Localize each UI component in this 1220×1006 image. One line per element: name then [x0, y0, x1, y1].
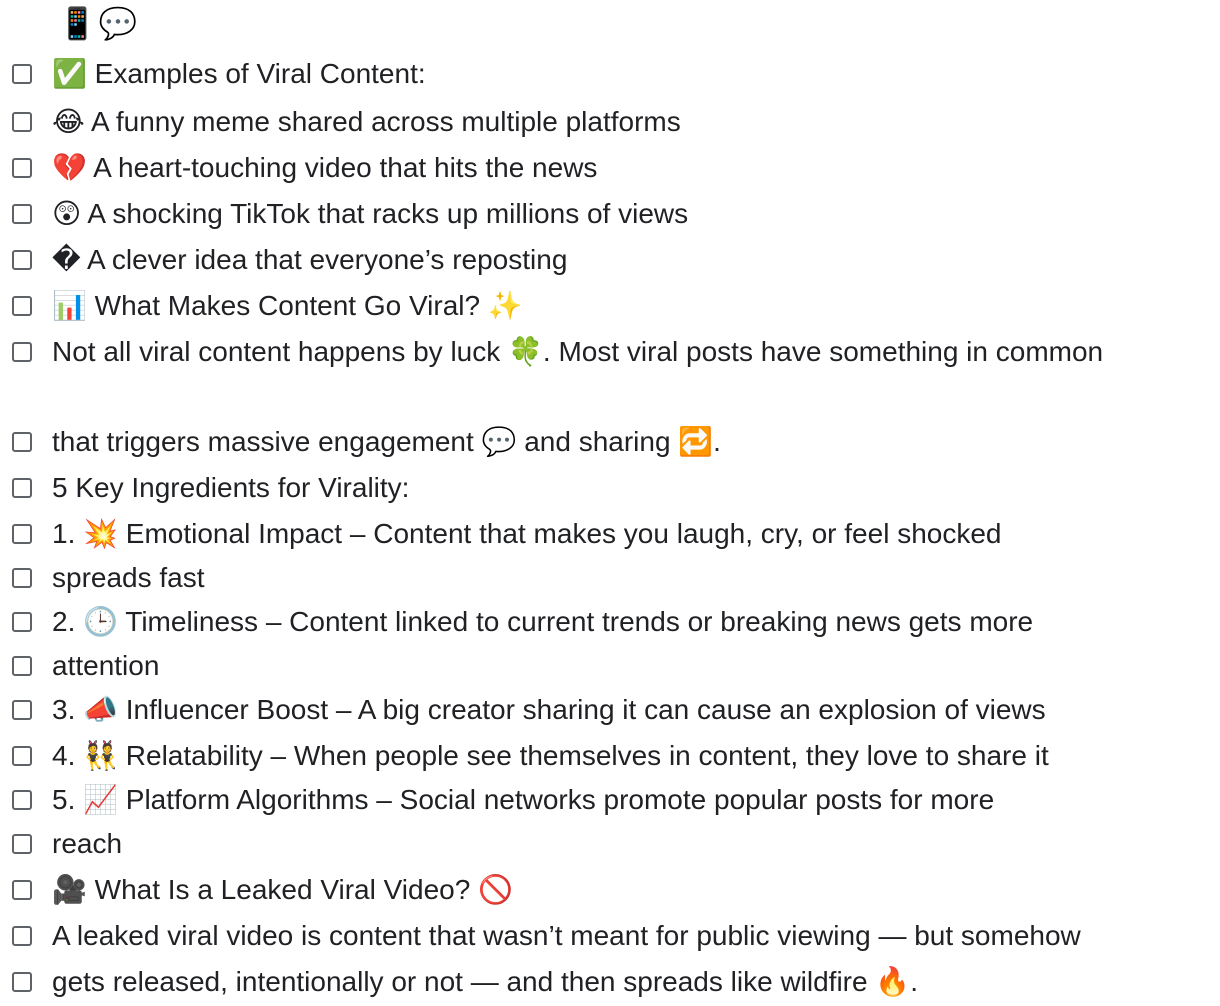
checkbox[interactable] — [12, 524, 32, 544]
list-item: � A clever idea that everyone’s repostin… — [12, 242, 1208, 278]
list-item-text: 4. 👯 Relatability – When people see them… — [52, 740, 1049, 771]
list-item: 1. 💥 Emotional Impact – Content that mak… — [12, 516, 1208, 552]
checkbox[interactable] — [12, 612, 32, 632]
list-item-text: 😂 A funny meme shared across multiple pl… — [52, 106, 681, 137]
list-item: reach — [12, 826, 1208, 862]
list-item-text: 3. 📣 Influencer Boost – A big creator sh… — [52, 694, 1046, 725]
list-item-text: 💔 A heart-touching video that hits the n… — [52, 152, 598, 183]
checkbox[interactable] — [12, 296, 32, 316]
document-page: 📱💬 ✅ Examples of Viral Content: 😂 A funn… — [0, 0, 1220, 1006]
list-item-text: 📊 What Makes Content Go Viral? ✨ — [52, 290, 523, 321]
list-item-text: ✅ Examples of Viral Content: — [52, 58, 426, 89]
checkbox[interactable] — [12, 834, 32, 854]
checkbox[interactable] — [12, 926, 32, 946]
list-item: A leaked viral video is content that was… — [12, 918, 1208, 954]
list-item: that triggers massive engagement 💬 and s… — [12, 424, 1208, 460]
checkbox[interactable] — [12, 656, 32, 676]
list-item: gets released, intentionally or not — an… — [12, 964, 1208, 1000]
list-item-text: that triggers massive engagement 💬 and s… — [52, 426, 721, 457]
checkbox[interactable] — [12, 112, 32, 132]
list-item: 2. 🕒 Timeliness – Content linked to curr… — [12, 604, 1208, 640]
list-item-text: attention — [52, 650, 160, 681]
list-item-text: � A clever idea that everyone’s repostin… — [52, 244, 568, 275]
checkbox[interactable] — [12, 478, 32, 498]
list-item-text: 5 Key Ingredients for Virality: — [52, 472, 410, 503]
list-item-text: reach — [52, 828, 123, 859]
list-item: attention — [12, 648, 1208, 684]
list-item: 4. 👯 Relatability – When people see them… — [12, 738, 1208, 774]
checkbox[interactable] — [12, 342, 32, 362]
list-item: 📊 What Makes Content Go Viral? ✨ — [12, 288, 1208, 324]
list-item-text: 5. 📈 Platform Algorithms – Social networ… — [52, 784, 995, 815]
checkbox[interactable] — [12, 568, 32, 588]
list-item-text: A leaked viral video is content that was… — [52, 920, 1081, 951]
list-item-text: gets released, intentionally or not — an… — [52, 966, 918, 997]
list-item: Not all viral content happens by luck 🍀.… — [12, 334, 1208, 370]
list-item-text: 🎥 What Is a Leaked Viral Video? 🚫 — [52, 874, 513, 905]
list-item: spreads fast — [12, 560, 1208, 596]
checkbox[interactable] — [12, 972, 32, 992]
list-item: 5. 📈 Platform Algorithms – Social networ… — [12, 782, 1208, 818]
checkbox[interactable] — [12, 746, 32, 766]
checkbox[interactable] — [12, 432, 32, 452]
checkbox[interactable] — [12, 64, 32, 84]
list-item-text: Not all viral content happens by luck 🍀.… — [52, 336, 1104, 367]
list-item-text: spreads fast — [52, 562, 205, 593]
list-item: 💔 A heart-touching video that hits the n… — [12, 150, 1208, 186]
checkbox[interactable] — [12, 880, 32, 900]
checkbox[interactable] — [12, 250, 32, 270]
checkbox[interactable] — [12, 790, 32, 810]
checkbox[interactable] — [12, 700, 32, 720]
list-item: ✅ Examples of Viral Content: — [12, 56, 1208, 92]
list-item: 5 Key Ingredients for Virality: — [12, 470, 1208, 506]
list-item: 😲 A shocking TikTok that racks up millio… — [12, 196, 1208, 232]
list-item-text: 2. 🕒 Timeliness – Content linked to curr… — [52, 606, 1034, 637]
list-item-text: 😲 A shocking TikTok that racks up millio… — [52, 198, 689, 229]
list-item: 3. 📣 Influencer Boost – A big creator sh… — [12, 692, 1208, 728]
checkbox[interactable] — [12, 158, 32, 178]
list-item: 🎥 What Is a Leaked Viral Video? 🚫 — [12, 872, 1208, 908]
phone-speech-emoji-heading: 📱💬 — [58, 6, 140, 42]
list-item: 😂 A funny meme shared across multiple pl… — [12, 104, 1208, 140]
checkbox[interactable] — [12, 204, 32, 224]
list-item-text: 1. 💥 Emotional Impact – Content that mak… — [52, 518, 1002, 549]
